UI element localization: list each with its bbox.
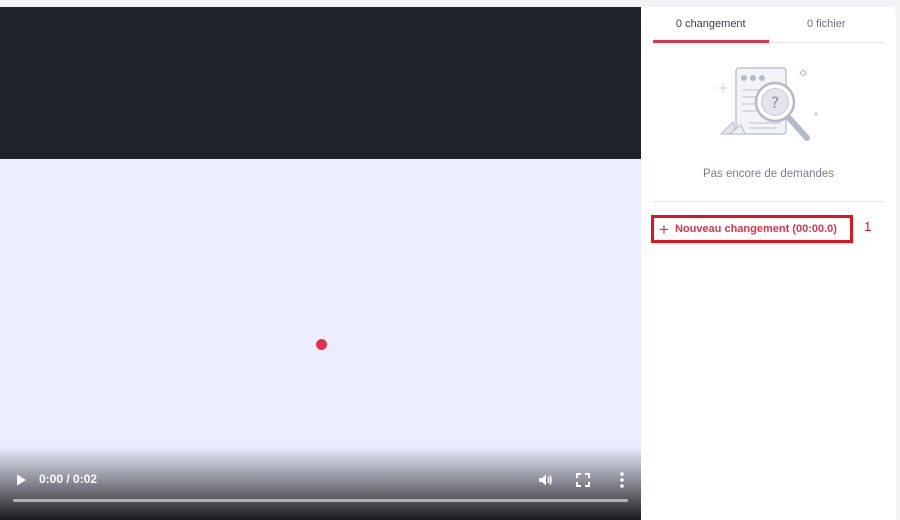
more-options-icon[interactable] bbox=[614, 471, 630, 489]
tab-changes[interactable]: 0 changement bbox=[653, 7, 769, 43]
empty-state-text: Pas encore de demandes bbox=[702, 168, 835, 180]
tab-files[interactable]: 0 fichier bbox=[769, 7, 885, 42]
time-display: 0:00 / 0:02 bbox=[39, 472, 98, 486]
panel-tabs: 0 changement 0 fichier bbox=[653, 7, 884, 43]
video-controls: 0:00 / 0:02 bbox=[0, 446, 641, 520]
new-change-button[interactable]: + Nouveau changement (00:00.0) bbox=[651, 215, 853, 243]
search-document-illustration: ? bbox=[719, 67, 818, 141]
video-frame-top bbox=[0, 7, 641, 159]
divider bbox=[653, 201, 884, 202]
recording-dot bbox=[316, 339, 327, 350]
play-icon[interactable] bbox=[14, 473, 28, 487]
new-change-label: Nouveau changement (00:00.0) bbox=[674, 223, 837, 235]
plus-icon: + bbox=[659, 219, 669, 239]
fullscreen-icon[interactable] bbox=[576, 473, 590, 487]
svg-text:?: ? bbox=[771, 93, 780, 112]
volume-icon[interactable] bbox=[537, 472, 553, 488]
video-player[interactable]: 0:00 / 0:02 bbox=[0, 7, 641, 520]
annotation-number: 1 bbox=[864, 219, 872, 234]
changes-panel: 0 changement 0 fichier ? Pas encore de d… bbox=[641, 7, 896, 520]
progress-bar[interactable] bbox=[13, 499, 628, 502]
